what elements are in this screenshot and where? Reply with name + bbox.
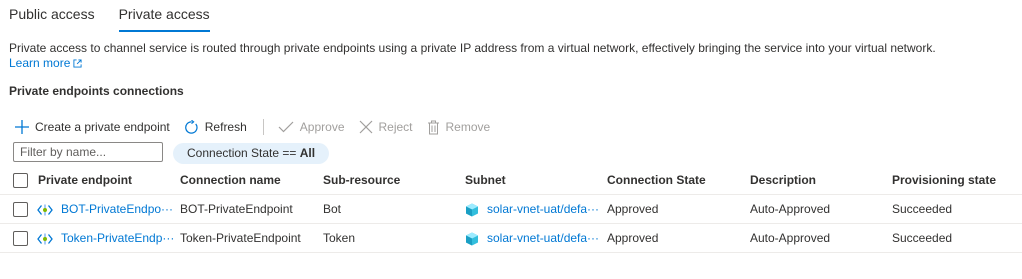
subnet-link[interactable]: solar-vnet-uat/defa··· <box>487 202 599 216</box>
sub-resource-cell: Token <box>323 231 356 245</box>
trash-icon <box>427 120 439 134</box>
col-provisioning-state[interactable]: Provisioning state <box>892 166 996 194</box>
refresh-button[interactable]: Refresh <box>184 119 247 135</box>
refresh-icon <box>184 119 198 134</box>
toolbar: Create a private endpoint Refresh Approv… <box>15 116 504 138</box>
pill-prefix: Connection State == <box>187 146 300 160</box>
col-subnet[interactable]: Subnet <box>465 166 506 194</box>
subnet-cell: solar-vnet-uat/defa··· <box>465 195 601 223</box>
connection-name-cell: BOT-PrivateEndpoint <box>180 202 293 216</box>
toolbar-divider <box>262 119 264 135</box>
tab-bar: Public access Private access <box>9 0 234 32</box>
approve-button[interactable]: Approve <box>278 120 345 134</box>
description-text: Private access to channel service is rou… <box>9 41 936 55</box>
endpoint-link[interactable]: Token-PrivateEndp··· <box>61 224 174 252</box>
endpoint-link[interactable]: BOT-PrivateEndpo··· <box>61 195 174 223</box>
table-row[interactable]: Token-PrivateEndp··· Token-PrivateEndpoi… <box>0 224 1022 253</box>
col-private-endpoint[interactable]: Private endpoint <box>38 166 132 194</box>
sub-resource-cell: Bot <box>323 202 342 216</box>
col-description[interactable]: Description <box>750 166 816 194</box>
subnet-cell: solar-vnet-uat/defa··· <box>465 224 601 252</box>
filter-by-name-input[interactable] <box>13 142 163 162</box>
col-connection-state[interactable]: Connection State <box>607 166 706 194</box>
subnet-icon <box>466 232 478 246</box>
col-sub-resource[interactable]: Sub-resource <box>323 166 400 194</box>
connection-name-cell: Token-PrivateEndpoint <box>180 231 301 245</box>
create-label: Create a private endpoint <box>35 120 170 134</box>
select-all-checkbox[interactable] <box>13 173 28 188</box>
pill-value: All <box>299 146 316 160</box>
tab-public-access[interactable]: Public access <box>9 0 95 32</box>
subnet-link[interactable]: solar-vnet-uat/defa··· <box>487 231 599 245</box>
learn-more-label: Learn more <box>9 56 71 70</box>
connection-state-filter-pill[interactable]: Connection State == All <box>173 143 330 164</box>
external-link-icon <box>73 59 82 68</box>
add-icon <box>15 120 29 134</box>
remove-label: Remove <box>445 120 491 134</box>
create-private-endpoint-button[interactable]: Create a private endpoint <box>15 120 170 134</box>
row-checkbox[interactable] <box>13 202 28 217</box>
remove-button[interactable]: Remove <box>427 120 491 135</box>
private-endpoint-icon <box>37 233 53 245</box>
close-icon <box>359 120 372 134</box>
connection-state-cell: Approved <box>607 231 659 245</box>
provisioning-state-cell: Succeeded <box>892 231 953 245</box>
reject-button[interactable]: Reject <box>359 120 413 134</box>
col-connection-name[interactable]: Connection name <box>180 166 281 194</box>
connection-state-cell: Approved <box>607 202 659 216</box>
description-cell: Auto-Approved <box>750 231 831 245</box>
private-endpoint-icon <box>37 204 53 216</box>
description-cell: Auto-Approved <box>750 202 831 216</box>
table-header-row: Private endpoint Connection name Sub-res… <box>0 166 1022 195</box>
checkmark-icon <box>278 121 294 133</box>
refresh-label: Refresh <box>204 120 247 134</box>
approve-label: Approve <box>299 120 345 134</box>
subnet-icon <box>466 203 478 217</box>
endpoints-table: Private endpoint Connection name Sub-res… <box>0 166 1022 253</box>
tab-private-access[interactable]: Private access <box>118 0 210 32</box>
table-row[interactable]: BOT-PrivateEndpo··· BOT-PrivateEndpoint … <box>0 195 1022 224</box>
reject-label: Reject <box>378 120 413 134</box>
row-checkbox[interactable] <box>13 231 28 246</box>
learn-more-link[interactable]: Learn more <box>9 56 82 71</box>
provisioning-state-cell: Succeeded <box>892 202 953 216</box>
section-title: Private endpoints connections <box>9 84 184 98</box>
